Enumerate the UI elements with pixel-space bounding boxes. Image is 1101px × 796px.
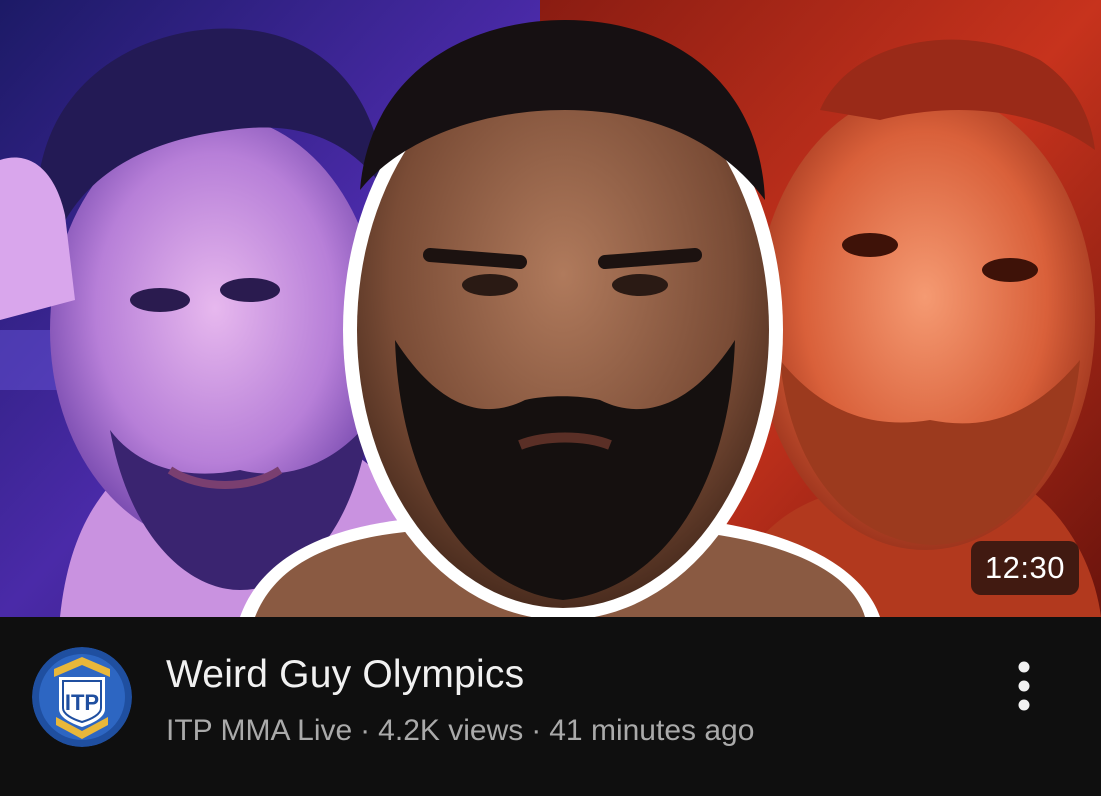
thumbnail-artwork xyxy=(0,0,1101,617)
avatar-logo-text: ITP xyxy=(65,690,99,715)
published-time: 41 minutes ago xyxy=(549,714,755,747)
video-metadata: ITP MMA Live · 4.2K views · 41 minutes ago xyxy=(166,714,754,748)
video-duration-badge: 12:30 xyxy=(970,541,1079,595)
video-info-row: ITP Weird Guy Olympics ITP MMA Live · 4.2K… xyxy=(0,617,1101,796)
meta-separator: · xyxy=(531,714,542,747)
video-thumbnail[interactable]: 12:30 xyxy=(0,0,1101,617)
more-options-button[interactable] xyxy=(1000,657,1048,715)
channel-name[interactable]: ITP MMA Live xyxy=(166,714,352,747)
channel-avatar[interactable]: ITP xyxy=(32,647,132,747)
view-count: 4.2K views xyxy=(378,714,524,747)
meta-separator: · xyxy=(360,714,371,747)
video-title[interactable]: Weird Guy Olympics xyxy=(166,653,524,697)
vertical-ellipsis-icon xyxy=(1018,661,1030,711)
itp-shield-logo-icon: ITP xyxy=(32,647,132,747)
